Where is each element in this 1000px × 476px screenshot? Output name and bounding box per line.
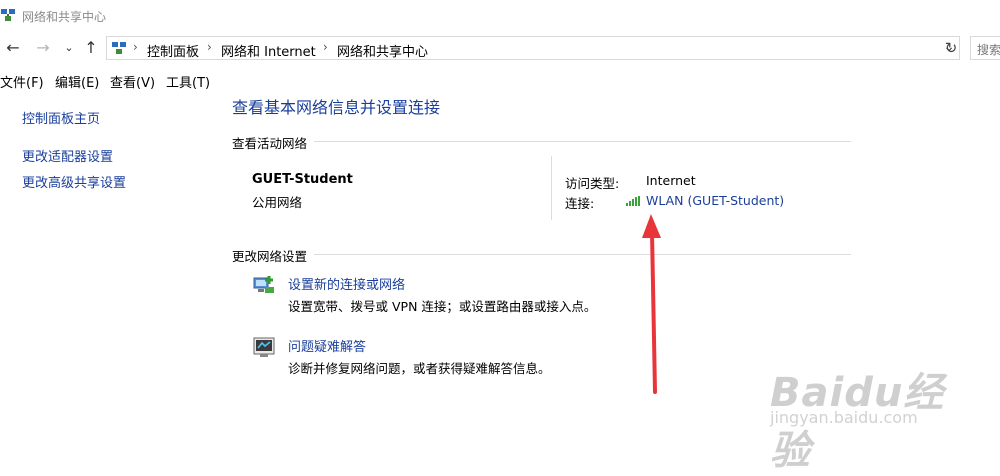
baidu-watermark: Baidu经验 jingyan.baidu.com [770,360,960,474]
watermark-url: jingyan.baidu.com [770,408,918,427]
